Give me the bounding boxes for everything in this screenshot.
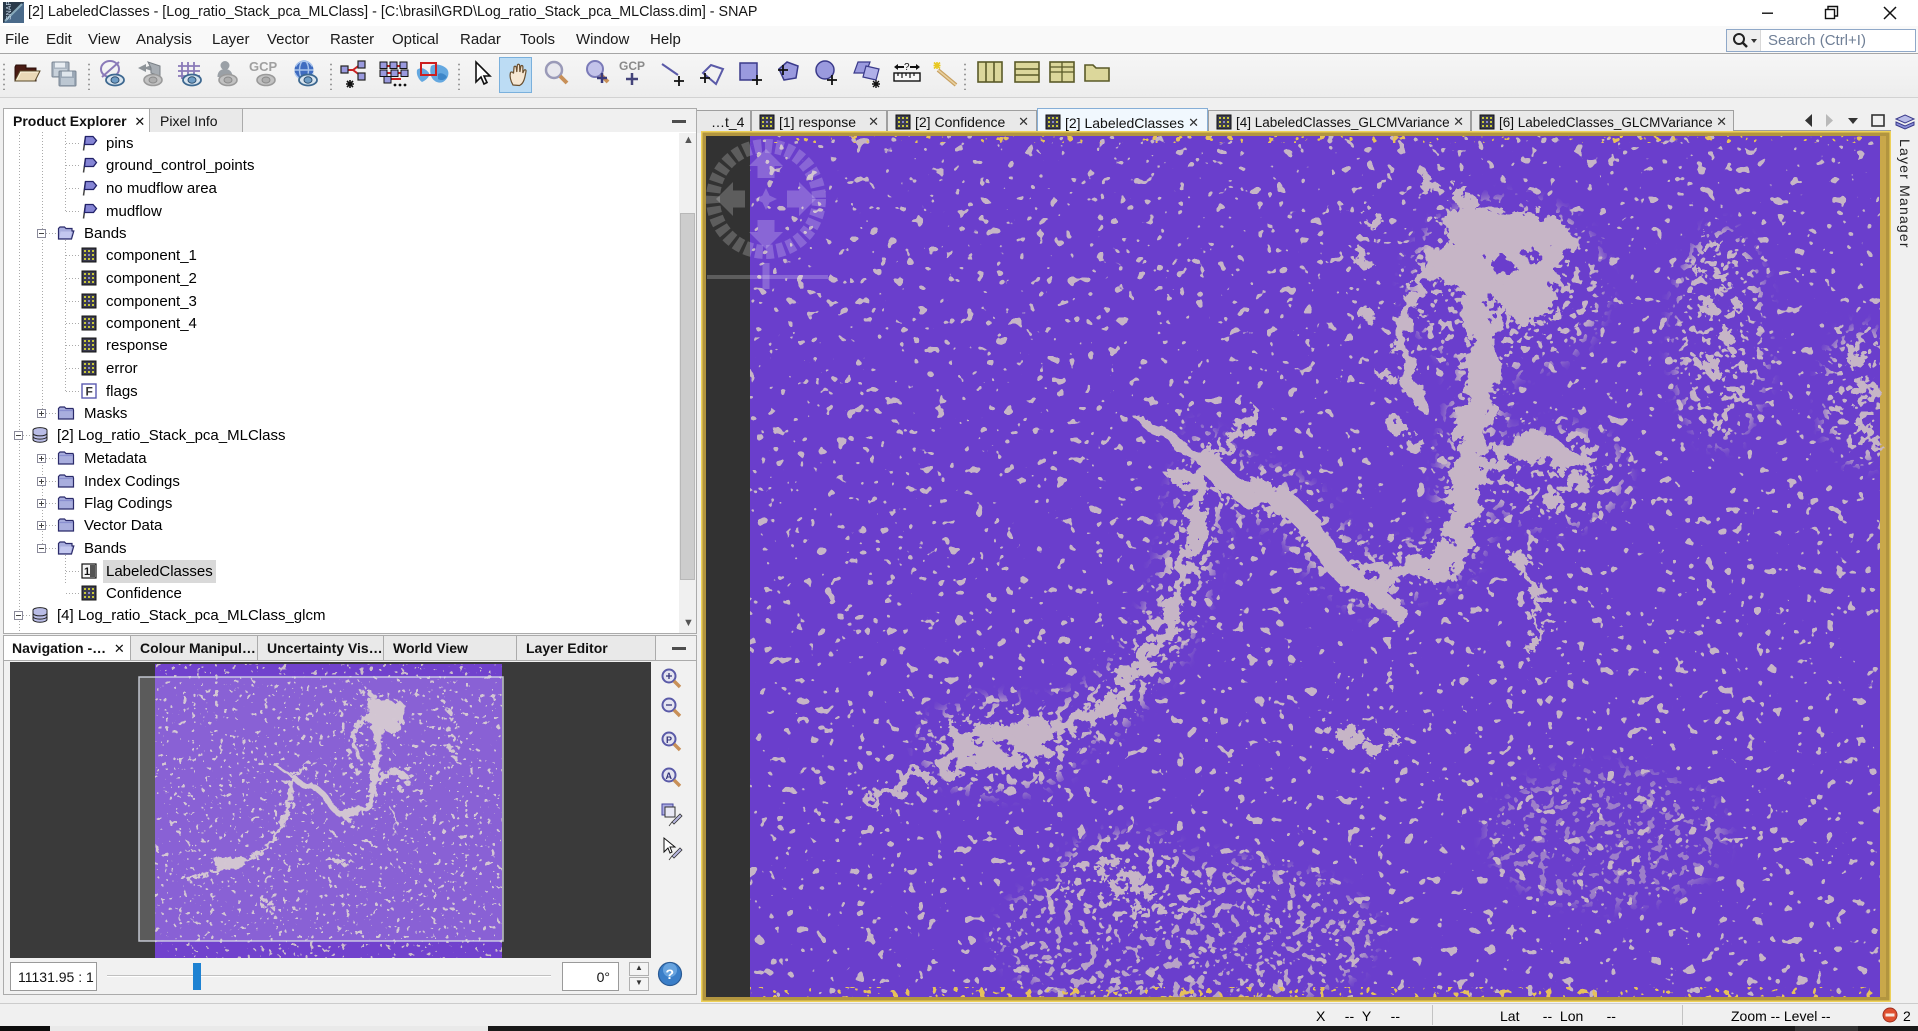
svg-text:A: A (666, 771, 673, 781)
svg-text:?: ? (666, 966, 675, 982)
svg-text:GCP: GCP (249, 60, 278, 74)
svg-text:?: ? (904, 62, 910, 73)
svg-text:GCP: GCP (619, 60, 645, 73)
svg-text:P: P (666, 735, 672, 745)
svg-text:SNAP: SNAP (6, 2, 13, 20)
